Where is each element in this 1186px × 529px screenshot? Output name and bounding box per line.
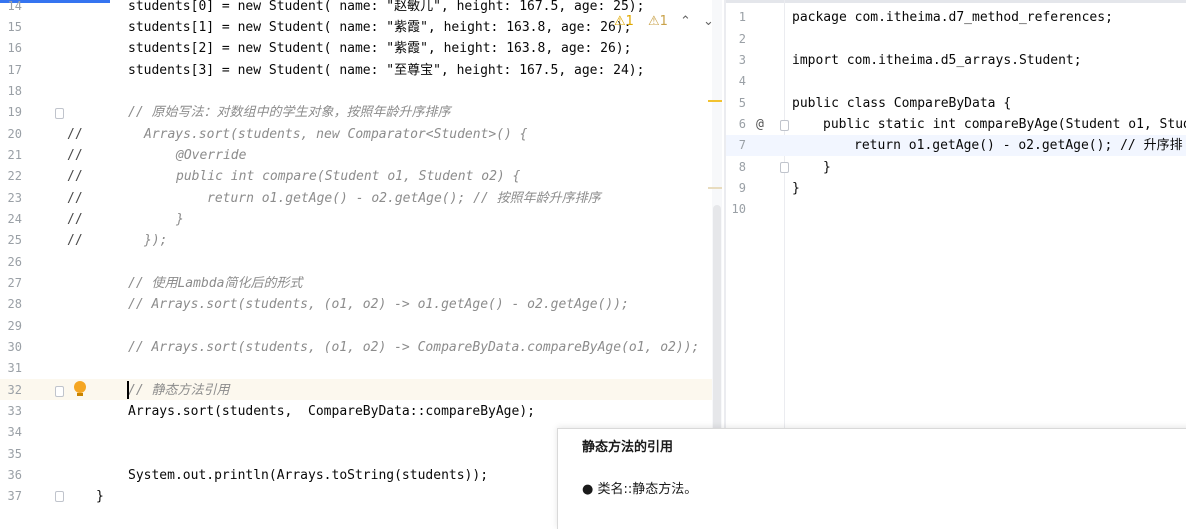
code-line[interactable]: }	[792, 178, 800, 199]
code-text: students[0] = new Student( name: "赵敏儿", …	[128, 0, 645, 14]
line-number: 14	[7, 0, 22, 13]
line-number: 24	[7, 212, 22, 226]
line-number: 3	[738, 53, 746, 67]
text-caret	[127, 381, 129, 399]
line-number: 32	[7, 383, 22, 397]
line-number: 34	[7, 425, 22, 439]
code-line[interactable]: }	[96, 486, 104, 507]
line-number: 15	[7, 20, 22, 34]
weak-warning-count-value: 1	[659, 14, 668, 29]
line-number: 35	[7, 447, 22, 461]
fold-marker[interactable]	[55, 108, 64, 119]
chevron-up-icon[interactable]: ⌃	[680, 14, 691, 29]
line-number: 16	[7, 41, 22, 55]
tab-bar-edge	[726, 0, 1186, 3]
line-number: 20	[7, 127, 22, 141]
line-number: 4	[738, 74, 746, 88]
code-line[interactable]: public static int compareByAge(Student o…	[823, 114, 1186, 135]
code-text: students[2] = new Student( name: "紫霞", h…	[128, 41, 632, 56]
fold-marker[interactable]	[780, 120, 789, 131]
line-number: 8	[738, 160, 746, 174]
popup-bullet-text: 类名::静态方法。	[597, 482, 698, 497]
line-number: 2	[738, 32, 746, 46]
code-line-comment[interactable]: public int compare(Student o1, Student o…	[176, 166, 520, 187]
stripe-marker[interactable]	[708, 187, 722, 189]
line-number: 17	[7, 63, 22, 77]
code-line-comment[interactable]: // 静态方法引用	[128, 380, 229, 401]
line-number: 5	[738, 96, 746, 110]
line-number: 25	[7, 233, 22, 247]
code-line[interactable]: students[2] = new Student( name: "紫霞", h…	[128, 38, 631, 59]
code-line[interactable]: students[3] = new Student( name: "至尊宝", …	[128, 60, 644, 81]
code-line-comment[interactable]: });	[144, 230, 167, 251]
line-comment-marker: //	[67, 148, 83, 163]
fold-marker[interactable]	[55, 491, 64, 502]
code-line-comment[interactable]: return o1.getAge() - o2.getAge(); // 按照年…	[207, 188, 601, 209]
line-comment-marker: //	[67, 169, 83, 184]
line-number: 21	[7, 148, 22, 162]
code-line[interactable]: package com.itheima.d7_method_references…	[792, 7, 1113, 28]
code-line-comment[interactable]: Arrays.sort(students, new Comparator<Stu…	[144, 124, 528, 145]
line-number: 10	[731, 202, 746, 216]
code-line-comment[interactable]: // 使用Lambda简化后的形式	[128, 273, 302, 294]
code-line[interactable]: }	[823, 157, 831, 178]
code-line-comment[interactable]: }	[176, 209, 184, 230]
line-comment-marker: //	[67, 127, 83, 142]
line-number: 36	[7, 468, 22, 482]
current-line-highlight	[0, 379, 712, 400]
code-text: return o1.getAge() - o2.getAge(); // 升序排	[854, 138, 1183, 153]
code-line-comment[interactable]: @Override	[176, 145, 246, 166]
code-text: students[1] = new Student( name: "紫霞", h…	[128, 20, 632, 35]
fold-marker[interactable]	[780, 162, 789, 173]
line-number: 28	[7, 297, 22, 311]
override-marker-icon[interactable]: @	[756, 114, 764, 135]
line-comment-marker: //	[67, 212, 83, 227]
line-number: 1	[738, 10, 746, 24]
line-number: 19	[7, 105, 22, 119]
line-number: 27	[7, 276, 22, 290]
popup-title: 静态方法的引用	[582, 440, 674, 455]
code-line[interactable]: System.out.println(Arrays.toString(stude…	[128, 465, 488, 486]
warning-count[interactable]: ⚠1	[614, 14, 634, 29]
line-number: 30	[7, 340, 22, 354]
line-number: 33	[7, 404, 22, 418]
line-number: 18	[7, 84, 22, 98]
code-text: students[3] = new Student( name: "至尊宝", …	[128, 63, 645, 78]
line-number: 7	[738, 138, 746, 152]
line-number: 6	[738, 117, 746, 131]
code-line[interactable]: students[1] = new Student( name: "紫霞", h…	[128, 17, 631, 38]
code-line-comment[interactable]: // Arrays.sort(students, (o1, o2) -> Com…	[128, 337, 699, 358]
code-line-comment[interactable]: // Arrays.sort(students, (o1, o2) -> o1.…	[128, 294, 629, 315]
line-number: 31	[7, 361, 22, 375]
line-number: 9	[738, 181, 746, 195]
warning-count-value: 1	[625, 14, 634, 29]
line-number: 29	[7, 319, 22, 333]
weak-warning-count[interactable]: ⚠1	[648, 14, 668, 29]
warning-stripe-marker[interactable]	[708, 100, 722, 102]
lightbulb-icon[interactable]	[74, 381, 86, 396]
code-line[interactable]: students[0] = new Student( name: "赵敏儿", …	[128, 0, 644, 17]
line-comment-marker: //	[67, 233, 83, 248]
line-number: 26	[7, 255, 22, 269]
code-line-selected[interactable]: return o1.getAge() - o2.getAge(); // 升序排	[854, 135, 1183, 156]
popup-bullet: ● 类名::静态方法。	[582, 482, 698, 497]
fold-marker[interactable]	[55, 386, 64, 397]
code-line[interactable]: Arrays.sort(students, CompareByData::com…	[128, 401, 535, 422]
line-number: 23	[7, 191, 22, 205]
code-line[interactable]: import com.itheima.d5_arrays.Student;	[792, 50, 1082, 71]
line-comment-marker: //	[67, 191, 83, 206]
code-line-comment[interactable]: // 原始写法：对数组中的学生对象，按照年龄升序排序	[128, 102, 450, 123]
code-line[interactable]: public class CompareByData {	[792, 93, 1011, 114]
line-number: 22	[7, 169, 22, 183]
line-number: 37	[7, 489, 22, 503]
